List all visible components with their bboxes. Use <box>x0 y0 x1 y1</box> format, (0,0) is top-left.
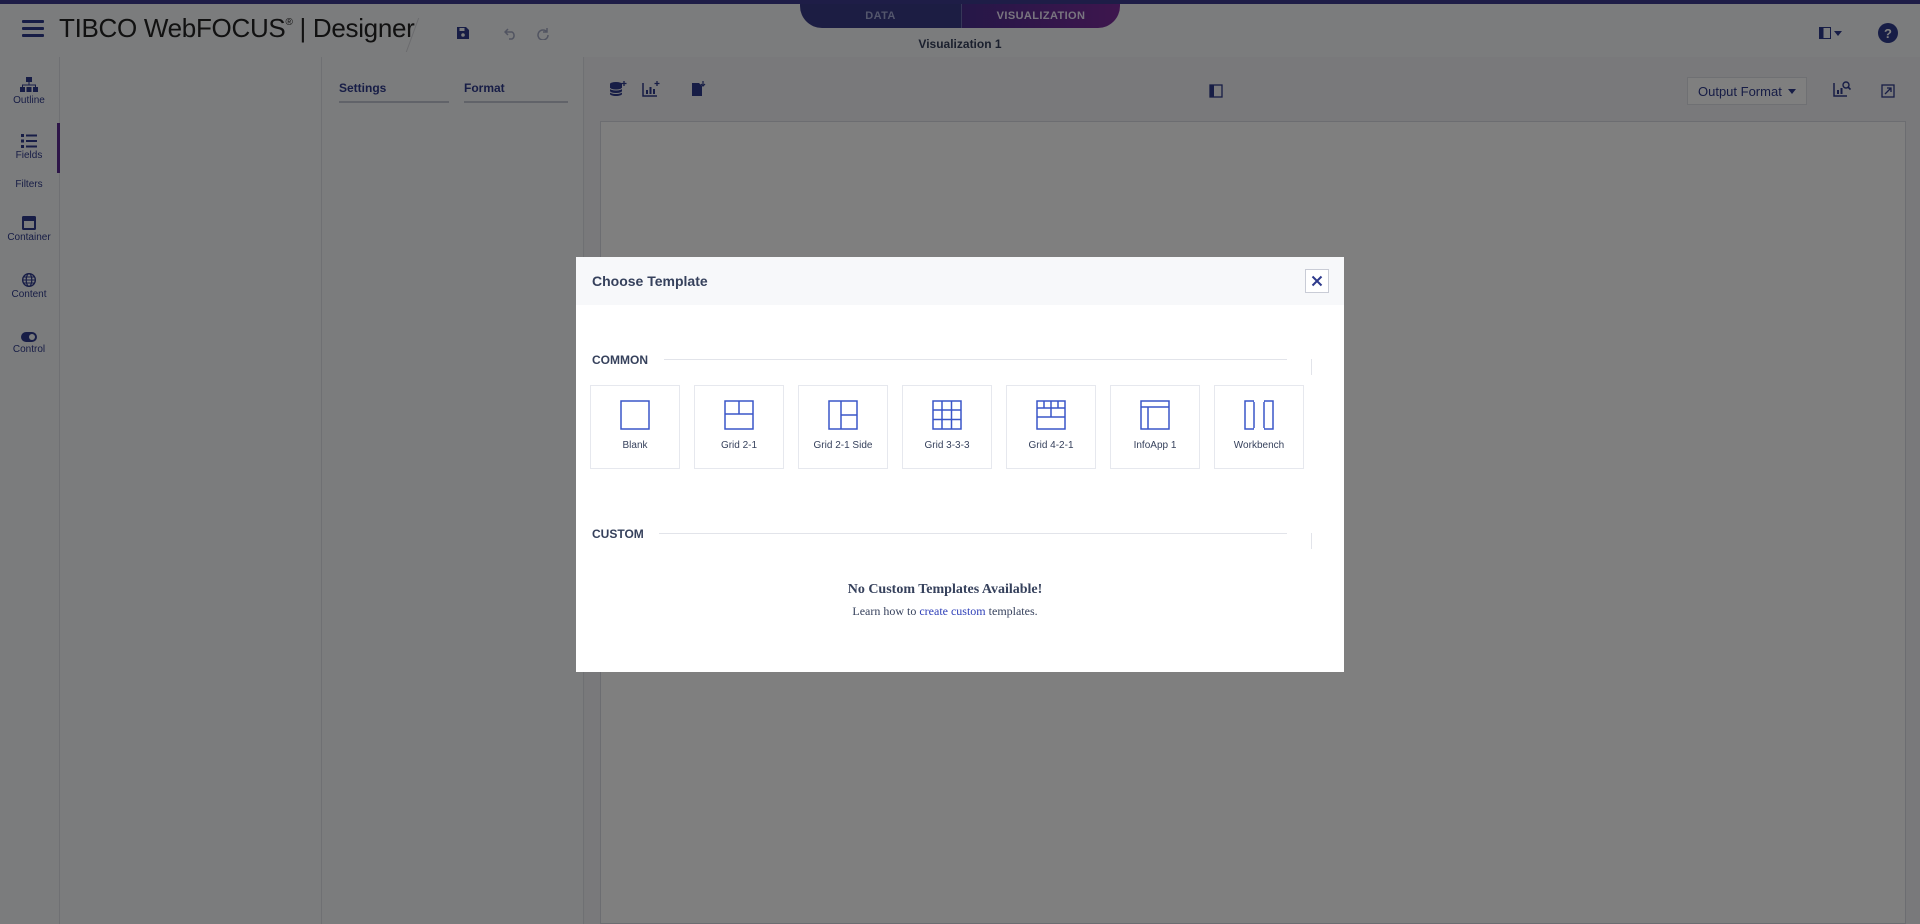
template-blank[interactable]: Blank <box>590 385 680 469</box>
template-infoapp-1[interactable]: InfoApp 1 <box>1110 385 1200 469</box>
dialog-title: Choose Template <box>592 273 708 289</box>
grid-2-1-side-template-icon <box>828 400 858 430</box>
infoapp-1-template-icon <box>1140 400 1170 430</box>
template-label: Grid 4-2-1 <box>1028 440 1074 451</box>
template-label: Grid 3-3-3 <box>924 440 970 451</box>
template-grid-2-1-side[interactable]: Grid 2-1 Side <box>798 385 888 469</box>
template-label: Grid 2-1 Side <box>813 440 873 451</box>
template-grid-2-1[interactable]: Grid 2-1 <box>694 385 784 469</box>
close-icon <box>1311 275 1323 287</box>
choose-template-dialog: Choose Template COMMON Blank Grid 2-1 Gr… <box>576 257 1344 672</box>
custom-section-label: CUSTOM <box>592 527 644 541</box>
template-workbench[interactable]: Workbench <box>1214 385 1304 469</box>
grid-4-2-1-template-icon <box>1036 400 1066 430</box>
common-section-divider <box>664 359 1287 360</box>
empty-state-title: No Custom Templates Available! <box>847 582 1043 597</box>
empty-state-prefix: Learn how to <box>852 604 917 618</box>
template-label: Grid 2-1 <box>720 440 758 451</box>
workbench-template-icon <box>1244 400 1274 430</box>
empty-state-suffix: templates. <box>988 604 1038 618</box>
template-label: Workbench <box>1233 440 1285 451</box>
template-label: InfoApp 1 <box>1133 440 1177 451</box>
template-label: Blank <box>622 440 648 451</box>
blank-template-icon <box>620 400 650 430</box>
common-section-divider-end <box>1311 359 1312 375</box>
template-grid-4-2-1[interactable]: Grid 4-2-1 <box>1006 385 1096 469</box>
custom-section-divider-end <box>1311 533 1312 549</box>
custom-section-divider <box>659 533 1287 534</box>
common-section-label: COMMON <box>592 353 648 367</box>
dialog-header: Choose Template <box>576 257 1344 305</box>
template-grid: Blank Grid 2-1 Grid 2-1 Side Grid 3-3-3 … <box>590 385 1304 469</box>
grid-3-3-3-template-icon <box>932 400 962 430</box>
template-grid-3-3-3[interactable]: Grid 3-3-3 <box>902 385 992 469</box>
create-custom-link[interactable]: create custom <box>919 604 985 618</box>
close-button[interactable] <box>1305 269 1329 293</box>
empty-state-message: Learn how to create custom templates. <box>576 604 1314 619</box>
grid-2-1-template-icon <box>724 400 754 430</box>
